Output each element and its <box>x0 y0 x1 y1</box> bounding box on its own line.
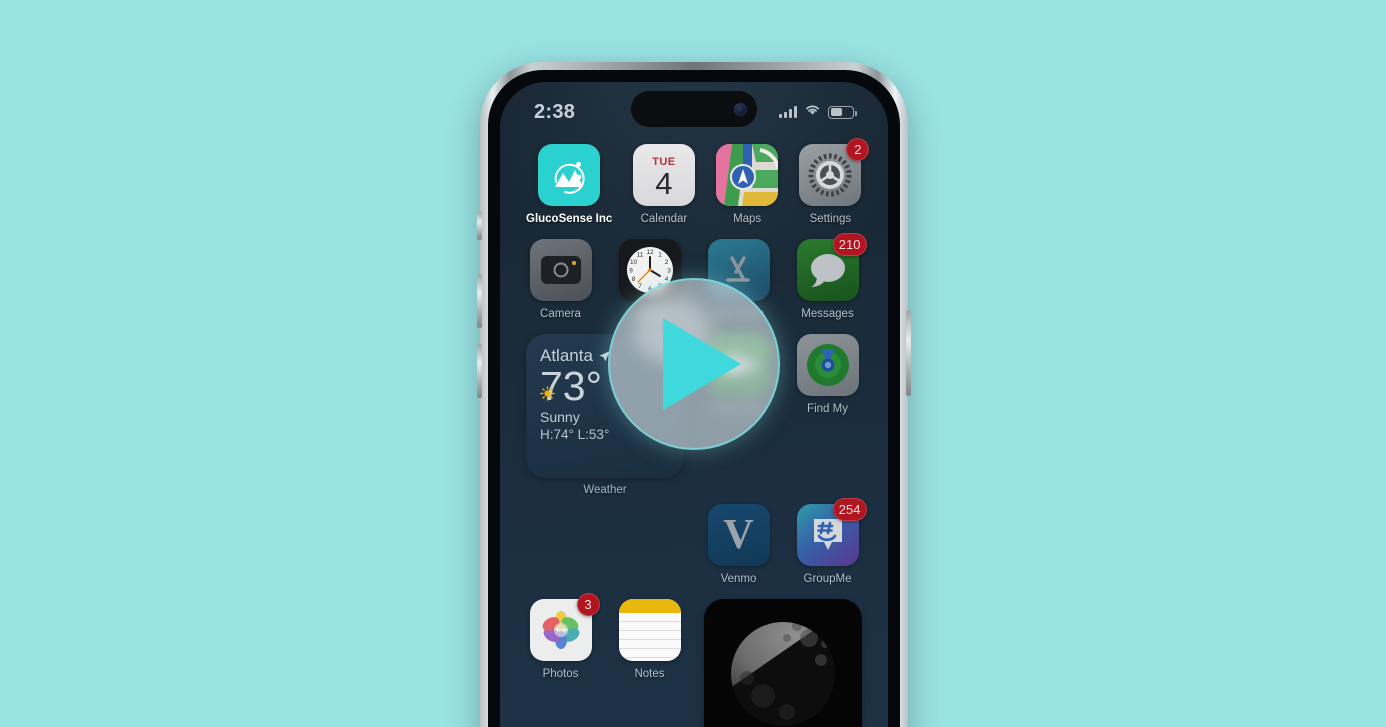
status-bar-indicators <box>779 97 857 121</box>
moon-phase-widget[interactable] <box>704 599 862 727</box>
app-icon-settings[interactable]: 2 Settings <box>799 138 870 225</box>
weather-high-low: H:74° L:53° <box>540 427 610 442</box>
sun-icon <box>540 386 555 401</box>
weather-condition: Sunny <box>540 409 580 425</box>
widget-caption: Weather <box>583 484 627 496</box>
moon-phase-icon <box>731 622 835 726</box>
app-icon-maps[interactable]: Maps <box>716 144 779 225</box>
app-label: Calendar <box>640 213 688 225</box>
battery-icon <box>828 105 857 119</box>
glucosense-icon <box>538 144 601 206</box>
svg-text:7: 7 <box>638 283 642 290</box>
app-row: V Venmo 254 GroupMe <box>526 498 867 585</box>
app-label: Settings <box>809 213 852 225</box>
app-label: Messages <box>801 308 854 320</box>
find-my-icon <box>796 334 859 396</box>
calendar-day-number: 4 <box>655 166 673 202</box>
app-icon-messages[interactable]: 210 Messages <box>793 233 867 320</box>
camera-icon <box>529 239 592 301</box>
app-label: GlucoSense Inc <box>526 213 613 225</box>
status-bar: 2:38 <box>500 82 888 136</box>
volume-down-button[interactable] <box>477 344 482 398</box>
app-icon-find-my[interactable]: Find My <box>793 334 862 496</box>
status-bar-time: 2:38 <box>534 100 576 123</box>
status-badge: 2 <box>846 138 870 161</box>
app-icon-camera[interactable]: Camera <box>526 239 595 320</box>
app-label: GroupMe <box>803 573 852 585</box>
app-row: GlucoSense Inc TUE 4 Calendar Maps 2 Set… <box>526 138 870 225</box>
moon-widget-cell[interactable] <box>704 599 862 727</box>
app-row: 3 Photos Notes <box>526 593 862 727</box>
svg-text:3: 3 <box>667 268 671 275</box>
weather-condition-block: Sunny H:74° L:53° <box>540 386 609 442</box>
app-icon-groupme[interactable]: 254 GroupMe <box>793 498 867 585</box>
status-badge: 3 <box>576 593 600 616</box>
dynamic-island <box>631 91 757 127</box>
app-icon-glucosense[interactable]: GlucoSense Inc <box>526 144 612 225</box>
mute-switch-button[interactable] <box>477 212 482 240</box>
front-camera-icon <box>734 102 747 116</box>
svg-text:8: 8 <box>631 276 635 283</box>
app-icon-calendar[interactable]: TUE 4 Calendar <box>632 144 695 225</box>
notes-icon <box>618 599 681 661</box>
app-label: Maps <box>733 213 762 225</box>
play-button-overlay[interactable] <box>608 278 780 450</box>
calendar-icon: TUE 4 <box>632 144 695 206</box>
venmo-icon: V <box>707 504 770 566</box>
app-label: Venmo <box>720 573 757 585</box>
play-icon <box>663 318 741 410</box>
volume-up-button[interactable] <box>477 274 482 328</box>
app-icon-photos[interactable]: 3 Photos <box>526 593 600 727</box>
status-badge: 254 <box>832 498 867 521</box>
cellular-signal-icon <box>779 106 797 118</box>
power-button[interactable] <box>906 310 911 396</box>
maps-icon <box>716 144 779 206</box>
svg-text:10: 10 <box>629 259 637 266</box>
svg-text:2: 2 <box>664 259 668 266</box>
svg-text:1: 1 <box>658 252 662 259</box>
wifi-icon <box>804 103 821 121</box>
status-badge: 210 <box>832 233 867 256</box>
svg-text:12: 12 <box>646 249 654 256</box>
app-label: Photos <box>542 668 579 680</box>
app-icon-venmo[interactable]: V Venmo <box>704 504 773 585</box>
app-icon-notes[interactable]: Notes <box>615 599 684 727</box>
app-label: Notes <box>634 668 665 680</box>
svg-text:9: 9 <box>629 268 633 275</box>
app-label: Camera <box>540 308 581 320</box>
svg-text:11: 11 <box>636 252 643 259</box>
app-label: Find My <box>807 403 848 415</box>
